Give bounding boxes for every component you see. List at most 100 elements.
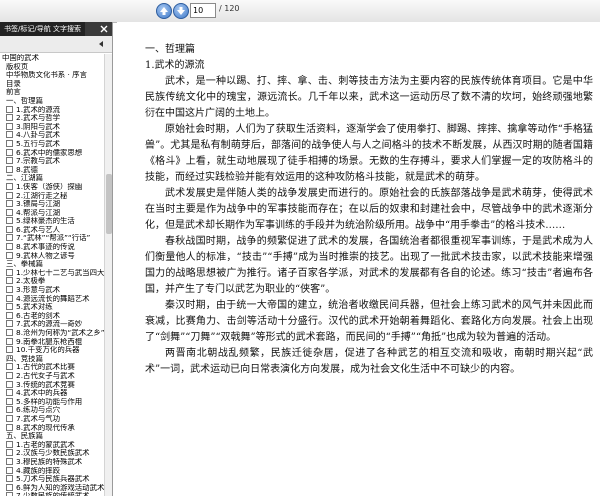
bookmark-item[interactable]: 版权页 [2, 63, 104, 72]
bookmark-item[interactable]: 2.古代女子与武术 [2, 371, 104, 381]
bookmark-item[interactable]: 中国的武术 [2, 54, 104, 63]
expand-box-icon[interactable] [6, 483, 13, 491]
expand-box-icon[interactable] [6, 114, 13, 122]
bookmark-item[interactable]: 9.南拳北腿东枪西棍 [2, 337, 104, 347]
expand-box-icon[interactable] [6, 457, 13, 465]
bookmark-item[interactable]: 6.鲜为人知的游戏活动武术 [2, 483, 104, 493]
bookmark-item[interactable]: 7.武术的源流—奇妙 [2, 320, 104, 329]
bookmark-item[interactable]: 5.多样的功能与作用 [2, 397, 104, 407]
bookmark-item[interactable]: 4.帮派与江湖 [2, 208, 104, 218]
bookmark-item[interactable]: 4.源远流长的舞蹈艺术 [2, 294, 104, 304]
panel-tab[interactable]: 书签/标记/导航 文字搜索 [0, 22, 85, 36]
expand-box-icon[interactable] [6, 286, 13, 294]
bookmark-item[interactable]: 四、竞技篇 [2, 355, 104, 364]
bookmark-item[interactable]: 7.“武林”“帮派”“行话” [2, 234, 104, 243]
bookmark-item[interactable]: 3.阴阳与武术 [2, 122, 104, 132]
expand-box-icon[interactable] [6, 165, 13, 173]
expand-box-icon[interactable] [6, 294, 13, 302]
expand-box-icon[interactable] [6, 414, 13, 422]
bookmark-item[interactable]: 1.古老的蒙武武术 [2, 440, 104, 450]
expand-box-icon[interactable] [6, 466, 13, 474]
bookmark-item[interactable]: 三、拳械篇 [2, 260, 104, 269]
expand-box-icon[interactable] [6, 303, 13, 311]
expand-box-icon[interactable] [6, 200, 13, 208]
bookmark-item[interactable]: 1.古代的武术比赛 [2, 363, 104, 372]
expand-box-icon[interactable] [6, 311, 13, 319]
expand-box-icon[interactable] [6, 389, 13, 397]
up-arrow-icon[interactable] [156, 3, 172, 19]
expand-box-icon[interactable] [6, 423, 13, 431]
bookmark-item[interactable]: 6.练功与点穴 [2, 406, 104, 415]
expand-box-icon[interactable] [6, 277, 13, 285]
bookmark-item[interactable]: 4.武术中的兵器 [2, 389, 104, 398]
bookmark-item[interactable]: 8.武术的现代传承 [2, 423, 104, 433]
close-icon[interactable] [99, 24, 109, 34]
bookmark-item[interactable]: 1.侠客（游侠）探幽 [2, 182, 104, 192]
expand-box-icon[interactable] [6, 243, 13, 251]
triangle-left-icon[interactable] [96, 39, 106, 49]
expand-box-icon[interactable] [6, 225, 13, 233]
expand-box-icon[interactable] [6, 346, 13, 354]
bookmark-item[interactable]: 4.八卦与武术 [2, 131, 104, 140]
bookmark-item[interactable]: 2.太极拳 [2, 277, 104, 286]
expand-box-icon[interactable] [6, 122, 13, 130]
bookmark-item[interactable]: 3.形意与武术 [2, 286, 104, 295]
bookmark-item[interactable]: 10.千变万化的兵器 [2, 346, 104, 355]
bookmark-item[interactable]: 6.武术中的儒家思想 [2, 148, 104, 158]
bookmark-item[interactable]: 4.藏族的摔跤 [2, 466, 104, 476]
document-view[interactable]: 一、哲理篇 1.武术的源流 武术，是一种以踢、打、摔、拿、击、刺等技击方法为主要… [117, 22, 600, 496]
panel-scrollbar[interactable] [104, 54, 112, 496]
expand-box-icon[interactable] [6, 105, 13, 113]
bookmark-item[interactable]: 3.镖局与江湖 [2, 200, 104, 209]
panel-scrollbar-thumb[interactable] [106, 174, 112, 234]
bookmark-item[interactable]: 中华物质文化书系 · 序言 [2, 71, 104, 80]
bookmark-item[interactable]: 目录 [2, 80, 104, 89]
bookmark-item[interactable]: 2.汉族与少数民族武术 [2, 449, 104, 458]
expand-box-icon[interactable] [6, 217, 13, 225]
expand-box-icon[interactable] [6, 268, 13, 276]
bookmark-item[interactable]: 1.少林七十二艺与武当四大 [2, 268, 104, 278]
bookmark-item[interactable]: 1.武术的源流 [2, 105, 104, 115]
expand-box-icon[interactable] [6, 363, 13, 371]
bookmark-item[interactable]: 5.绿林豪杰的生活 [2, 217, 104, 226]
expand-box-icon[interactable] [6, 380, 13, 388]
expand-box-icon[interactable] [6, 208, 13, 216]
expand-box-icon[interactable] [6, 139, 13, 147]
bookmark-item[interactable]: 6.古老的剑术 [2, 311, 104, 321]
bookmark-item[interactable]: 9.武林人物之谚号 [2, 251, 104, 261]
bookmark-item[interactable]: 五、民族篇 [2, 432, 104, 441]
expand-box-icon[interactable] [6, 329, 13, 336]
bookmark-item[interactable]: 5.刀术与民族兵器武术 [2, 475, 104, 484]
bookmark-item[interactable]: 8.武术事迹的传说 [2, 243, 104, 252]
bookmark-item[interactable]: 6.武术与艺人 [2, 225, 104, 235]
bookmark-item[interactable]: 2.武术与哲学 [2, 114, 104, 123]
expand-box-icon[interactable] [6, 157, 13, 165]
page-number-input[interactable]: 10 [190, 3, 216, 18]
expand-box-icon[interactable] [6, 191, 13, 199]
down-arrow-icon[interactable] [173, 3, 189, 19]
bookmark-item[interactable]: 7.武术与气功 [2, 414, 104, 424]
bookmark-item[interactable]: 5.五行与武术 [2, 139, 104, 149]
expand-box-icon[interactable] [6, 475, 13, 483]
expand-box-icon[interactable] [6, 337, 13, 345]
expand-box-icon[interactable] [6, 148, 13, 156]
expand-box-icon[interactable] [6, 131, 13, 139]
bookmark-item[interactable]: 7.宗教与武术 [2, 157, 104, 166]
expand-box-icon[interactable] [6, 320, 13, 328]
expand-box-icon[interactable] [6, 406, 13, 414]
expand-box-icon[interactable] [6, 449, 13, 457]
bookmark-item[interactable]: 8.沧州为何称为“武术之乡” [2, 329, 104, 338]
bookmark-item[interactable]: 3.传统的武术竞赛 [2, 380, 104, 390]
expand-box-icon[interactable] [6, 492, 13, 496]
expand-box-icon[interactable] [6, 182, 13, 190]
bookmark-item[interactable]: 7.少数民族的传统武术 [2, 492, 104, 496]
bookmark-item[interactable]: 5.武术对练 [2, 303, 104, 312]
expand-box-icon[interactable] [6, 251, 13, 259]
bookmark-item[interactable]: 8.武德 [2, 165, 104, 175]
bookmark-item[interactable]: 2.江湖行走之秘 [2, 191, 104, 201]
expand-box-icon[interactable] [6, 397, 13, 405]
bookmark-item[interactable]: 二、江湖篇 [2, 174, 104, 183]
bookmark-item[interactable]: 一、哲理篇 [2, 97, 104, 106]
expand-box-icon[interactable] [6, 440, 13, 448]
expand-box-icon[interactable] [6, 234, 13, 242]
